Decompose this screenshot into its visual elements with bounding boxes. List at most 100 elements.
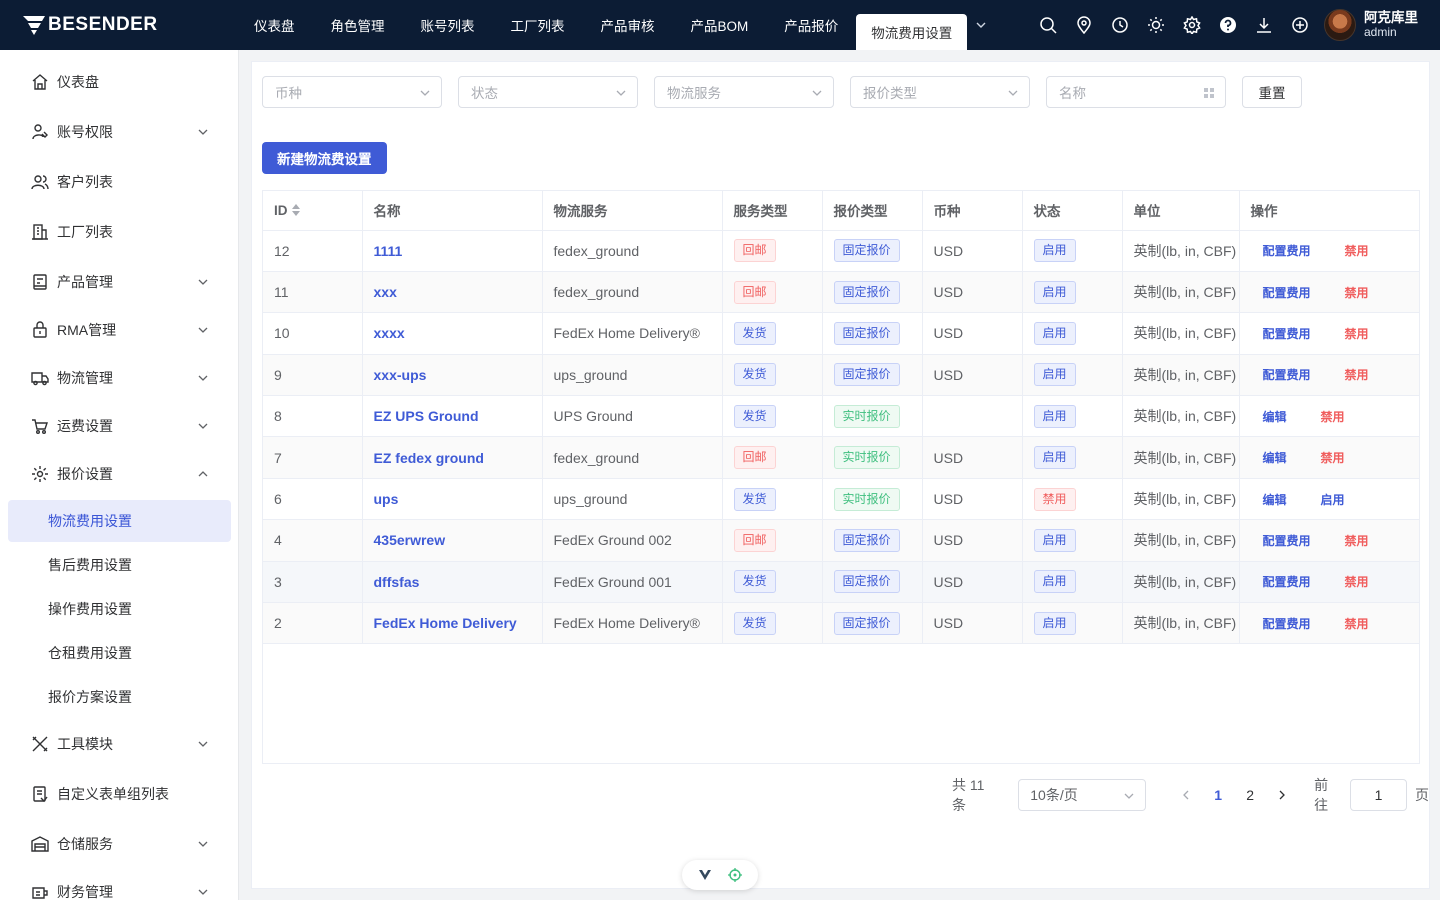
tools-icon bbox=[31, 735, 49, 753]
row-action-link[interactable]: 禁用 bbox=[1345, 286, 1369, 300]
row-action-link[interactable]: 配置费用 bbox=[1263, 617, 1311, 631]
table-row[interactable]: 12 1111 fedex_ground 回邮 固定报价 USD 启用 英制(lb, in, … bbox=[263, 230, 1419, 272]
logistics-service-select[interactable]: 物流服务 bbox=[654, 76, 834, 108]
row-action-link[interactable]: 编辑 bbox=[1263, 493, 1287, 507]
location-icon[interactable] bbox=[1066, 0, 1102, 50]
sidebar-item[interactable]: 仓储服务 bbox=[0, 822, 238, 866]
row-action-link[interactable]: 启用 bbox=[1321, 493, 1345, 507]
sidebar-subitem[interactable]: 物流费用设置 bbox=[8, 500, 231, 542]
sidebar-item[interactable]: 仪表盘 bbox=[0, 60, 238, 104]
clock-icon[interactable] bbox=[1102, 0, 1138, 50]
user-menu[interactable]: 阿克库里 admin bbox=[1324, 9, 1418, 41]
row-action-link[interactable]: 编辑 bbox=[1263, 451, 1287, 465]
sidebar-item[interactable]: 报价设置 bbox=[0, 452, 238, 496]
currency-select[interactable]: 币种 bbox=[262, 76, 442, 108]
name-link[interactable]: ups bbox=[374, 491, 399, 507]
table-row[interactable]: 3 dffsfas FedEx Ground 001 发货 固定报价 USD 启用 英制(lb… bbox=[263, 561, 1419, 604]
row-action-link[interactable]: 禁用 bbox=[1321, 410, 1345, 424]
sun-icon[interactable] bbox=[1138, 0, 1174, 50]
gear-icon[interactable] bbox=[1174, 0, 1210, 50]
sidebar-item[interactable]: 运费设置 bbox=[0, 404, 238, 448]
avatar[interactable] bbox=[1324, 9, 1356, 41]
sidebar-item[interactable]: 工具模块 bbox=[0, 722, 238, 766]
prev-page-button[interactable] bbox=[1170, 787, 1202, 803]
status-select[interactable]: 状态 bbox=[458, 76, 638, 108]
row-action-link[interactable]: 编辑 bbox=[1263, 410, 1287, 424]
top-nav-tab[interactable]: 产品报价 bbox=[766, 0, 856, 50]
search-icon[interactable] bbox=[1030, 0, 1066, 50]
table-row[interactable]: 7 EZ fedex ground fedex_ground 回邮 实时报价 USD 启用 英… bbox=[263, 436, 1419, 479]
top-nav-tab[interactable]: 角色管理 bbox=[313, 0, 403, 50]
table-row[interactable]: 10 xxxx FedEx Home Delivery® 发货 固定报价 USD 启用 英制(… bbox=[263, 312, 1419, 355]
name-link[interactable]: xxx bbox=[374, 284, 397, 300]
row-action-link[interactable]: 禁用 bbox=[1345, 368, 1369, 382]
download-icon[interactable] bbox=[1246, 0, 1282, 50]
top-nav-tab[interactable]: 账号列表 bbox=[403, 0, 493, 50]
name-link[interactable]: xxxx bbox=[374, 325, 405, 341]
row-action-link[interactable]: 禁用 bbox=[1345, 244, 1369, 258]
reset-button[interactable]: 重置 bbox=[1242, 76, 1302, 108]
new-logistics-fee-button[interactable]: 新建物流费设置 bbox=[262, 142, 387, 174]
name-link[interactable]: EZ UPS Ground bbox=[374, 408, 479, 424]
sidebar-item[interactable]: 工厂列表 bbox=[0, 210, 238, 254]
row-action-link[interactable]: 配置费用 bbox=[1263, 575, 1311, 589]
page-number[interactable]: 1 bbox=[1202, 787, 1234, 803]
sidebar-item[interactable]: RMA管理 bbox=[0, 308, 238, 352]
sidebar-item[interactable]: 客户列表 bbox=[0, 160, 238, 204]
page-number[interactable]: 2 bbox=[1234, 787, 1266, 803]
sidebar-item[interactable]: 财务管理 bbox=[0, 870, 238, 900]
row-action-link[interactable]: 禁用 bbox=[1345, 617, 1369, 631]
table-row[interactable]: 6 ups ups_ground 发货 实时报价 USD 禁用 英制(lb, in, CBF)… bbox=[263, 478, 1419, 521]
table-row[interactable]: 11 xxx fedex_ground 回邮 固定报价 USD 启用 英制(lb, in, C… bbox=[263, 271, 1419, 314]
more-tabs-button[interactable] bbox=[967, 0, 995, 50]
table-row[interactable]: 2 FedEx Home Delivery FedEx Home Delivery®… bbox=[263, 602, 1419, 645]
plus-circle-icon[interactable] bbox=[1282, 0, 1318, 50]
top-nav-tab[interactable]: 物流费用设置 bbox=[856, 14, 968, 50]
name-link[interactable]: EZ fedex ground bbox=[374, 450, 484, 466]
sidebar-subitem[interactable]: 操作费用设置 bbox=[8, 588, 231, 630]
brand-logo[interactable]: BESENDER bbox=[22, 12, 158, 38]
name-link[interactable]: 1111 bbox=[374, 243, 403, 259]
top-nav-tab[interactable]: 工厂列表 bbox=[493, 0, 583, 50]
row-action-link[interactable]: 配置费用 bbox=[1263, 534, 1311, 548]
target-icon[interactable] bbox=[728, 868, 742, 882]
name-link[interactable]: xxx-ups bbox=[374, 367, 427, 383]
sidebar-subitem[interactable]: 报价方案设置 bbox=[8, 676, 231, 718]
row-action-link[interactable]: 禁用 bbox=[1345, 575, 1369, 589]
top-nav-tab[interactable]: 产品审核 bbox=[583, 0, 673, 50]
goto-page-input[interactable]: 1 bbox=[1350, 779, 1407, 811]
next-page-button[interactable] bbox=[1266, 787, 1298, 803]
sidebar-subitem[interactable]: 仓租费用设置 bbox=[8, 632, 231, 674]
help-icon[interactable] bbox=[1210, 0, 1246, 50]
name-link[interactable]: FedEx Home Delivery bbox=[374, 615, 517, 631]
column-header[interactable]: ID bbox=[263, 191, 363, 231]
sidebar-subitem[interactable]: 售后费用设置 bbox=[8, 544, 231, 586]
quote-type-select[interactable]: 报价类型 bbox=[850, 76, 1030, 108]
row-action-link[interactable]: 禁用 bbox=[1321, 451, 1345, 465]
name-link[interactable]: dffsfas bbox=[374, 574, 420, 590]
sidebar-item[interactable]: 物流管理 bbox=[0, 356, 238, 400]
sidebar-item[interactable]: 自定义表单组列表 bbox=[0, 772, 238, 816]
top-nav-tab[interactable]: 产品BOM bbox=[673, 0, 767, 50]
name-input[interactable]: 名称 bbox=[1046, 76, 1226, 108]
row-action-link[interactable]: 禁用 bbox=[1345, 534, 1369, 548]
cell-unit: 英制(lb, in, CBF) bbox=[1122, 312, 1240, 355]
name-link[interactable]: 435erwrew bbox=[374, 532, 446, 548]
total-count: 共 11 条 bbox=[952, 777, 985, 813]
table-row[interactable]: 4 435erwrew FedEx Ground 002 回邮 固定报价 USD 启用 英制(… bbox=[263, 519, 1419, 562]
row-action-link[interactable]: 配置费用 bbox=[1263, 286, 1311, 300]
top-nav-tab[interactable]: 仪表盘 bbox=[236, 0, 313, 50]
sidebar-item[interactable]: 账号权限 bbox=[0, 110, 238, 154]
sort-icon[interactable] bbox=[291, 203, 301, 217]
column-header-label: ID bbox=[274, 202, 288, 218]
table-row[interactable]: 9 xxx-ups ups_ground 发货 固定报价 USD 启用 英制(lb, in, … bbox=[263, 354, 1419, 397]
row-action-link[interactable]: 配置费用 bbox=[1263, 244, 1311, 258]
row-action-link[interactable]: 配置费用 bbox=[1263, 368, 1311, 382]
row-action-link[interactable]: 配置费用 bbox=[1263, 327, 1311, 341]
row-action-link[interactable]: 禁用 bbox=[1345, 327, 1369, 341]
cell-unit: 英制(lb, in, CBF) bbox=[1122, 602, 1240, 645]
page-size-select[interactable]: 10条/页 bbox=[1018, 779, 1147, 811]
table-row[interactable]: 8 EZ UPS Ground UPS Ground 发货 实时报价 启用 英制(lb, i… bbox=[263, 395, 1419, 438]
vue-logo-icon[interactable] bbox=[698, 868, 712, 882]
sidebar-item[interactable]: 产品管理 bbox=[0, 260, 238, 304]
